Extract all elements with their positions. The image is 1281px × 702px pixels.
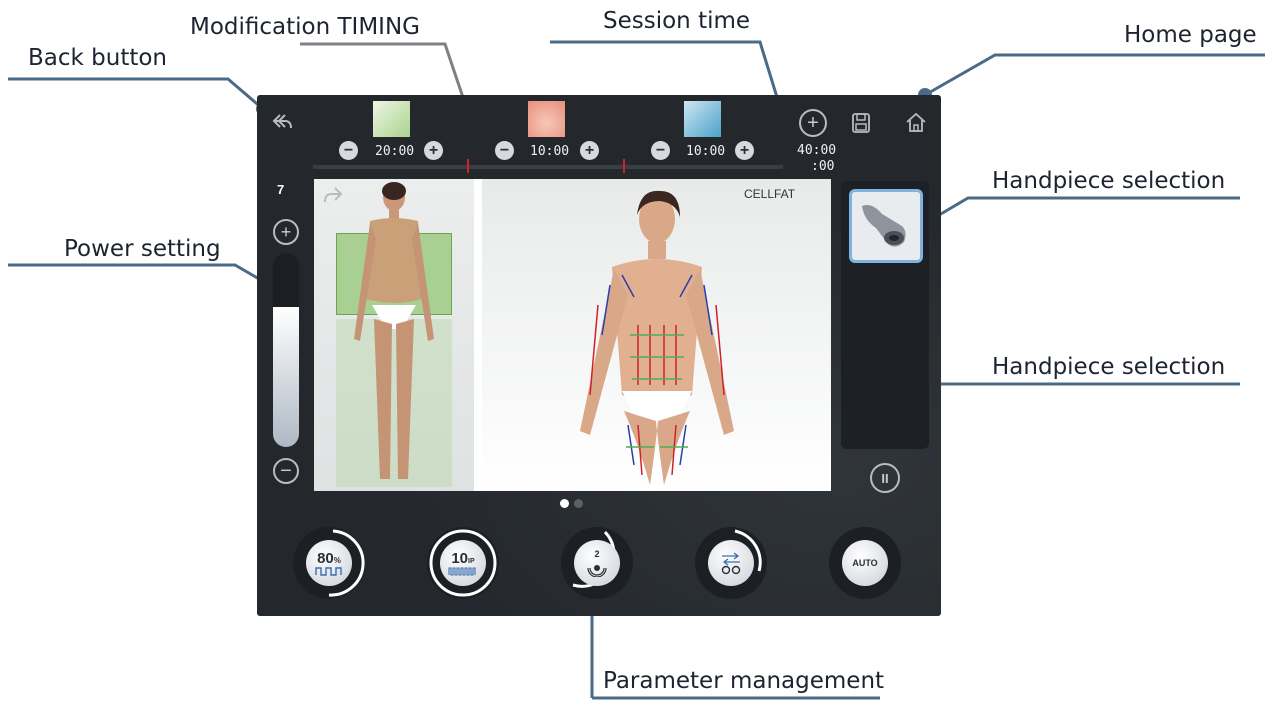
treatment-figure	[580, 190, 734, 485]
timer-1-value: 20:00	[375, 144, 415, 159]
pulse-train-icon	[448, 566, 476, 576]
add-zone-button[interactable]: +	[799, 109, 827, 137]
handpiece-selection-callout-2: Handpiece selection	[992, 354, 1226, 380]
power-level-value: 7	[277, 182, 285, 197]
handpiece-selection-callout: Handpiece selection	[992, 168, 1226, 194]
zone-thumbnail-body[interactable]	[373, 101, 410, 137]
power-decrease-button[interactable]: −	[273, 458, 299, 484]
param-knob-power-percent[interactable]: 80%	[293, 527, 365, 599]
param-2-value: 10	[451, 549, 469, 567]
pulse-wave-icon	[315, 566, 342, 576]
panel-divider	[474, 179, 482, 491]
param-knob-auto[interactable]: AUTO	[829, 527, 901, 599]
param-knob-pulses[interactable]: 10IP	[427, 527, 499, 599]
zone-overview-panel[interactable]	[314, 179, 474, 491]
timer-1-minus-button[interactable]: −	[339, 141, 358, 160]
home-icon[interactable]	[905, 111, 927, 133]
auto-label: AUTO	[852, 558, 878, 568]
param-knob-direction[interactable]	[695, 527, 767, 599]
timer-3-plus-button[interactable]: +	[735, 141, 754, 160]
page-dot[interactable]	[574, 499, 583, 508]
figure-silhouette-small	[354, 182, 434, 479]
param-1-value: 80	[317, 549, 334, 567]
param-3-value: 2	[594, 548, 600, 559]
power-increase-button[interactable]: +	[273, 219, 299, 245]
param-1-unit: %	[333, 555, 341, 565]
page-dot-active[interactable]	[560, 499, 569, 508]
vacuum-icon	[587, 564, 607, 577]
body-map-panel[interactable]: CELLFAT	[314, 179, 831, 491]
session-time-total: 40:00	[797, 143, 837, 158]
modification-timing-callout: Modification TIMING	[190, 14, 420, 40]
session-timeline	[313, 165, 783, 169]
pause-button[interactable]: II	[870, 463, 900, 493]
session-time-callout: Session time	[603, 8, 751, 34]
timer-1-plus-button[interactable]: +	[424, 141, 443, 160]
power-slider[interactable]	[273, 253, 299, 447]
param-2-unit: IP	[468, 557, 475, 565]
zone-thumbnail-arm[interactable]	[684, 101, 721, 137]
zone-thumbnail-abdomen[interactable]	[528, 101, 565, 137]
back-button-callout: Back button	[28, 45, 168, 71]
timeline-marker-2	[623, 159, 625, 173]
redo-arrow-icon[interactable]	[322, 185, 344, 207]
timer-2-minus-button[interactable]: −	[495, 141, 514, 160]
direction-arrows-icon	[721, 552, 741, 575]
timeline-marker-1	[467, 159, 469, 173]
handpiece-icon	[862, 205, 906, 247]
parameter-management-callout: Parameter management	[603, 668, 885, 694]
power-setting-callout: Power setting	[64, 236, 221, 262]
timer-2-plus-button[interactable]: +	[580, 141, 599, 160]
param-knob-vacuum[interactable]: 2	[561, 527, 633, 599]
handpiece-card[interactable]	[849, 189, 923, 263]
save-icon[interactable]	[852, 113, 870, 133]
back-arrow-icon[interactable]	[271, 111, 295, 133]
home-page-callout: Home page	[1124, 22, 1257, 48]
session-time-remaining: :00	[811, 159, 835, 174]
power-slider-fill	[273, 307, 299, 447]
timer-3-value: 10:00	[686, 144, 726, 159]
timer-3-minus-button[interactable]: −	[651, 141, 670, 160]
handpiece-panel	[841, 181, 929, 449]
timer-2-value: 10:00	[530, 144, 570, 159]
device-screen: − 20:00 + − 10:00 + − 10:00 + + 40:00 :0…	[257, 95, 941, 616]
minus-icon: −	[280, 459, 292, 482]
plus-circle-icon: +	[807, 111, 819, 134]
pause-icon: II	[881, 470, 889, 486]
treatment-figure-panel[interactable]: CELLFAT	[482, 179, 831, 491]
plus-icon: +	[280, 221, 292, 242]
